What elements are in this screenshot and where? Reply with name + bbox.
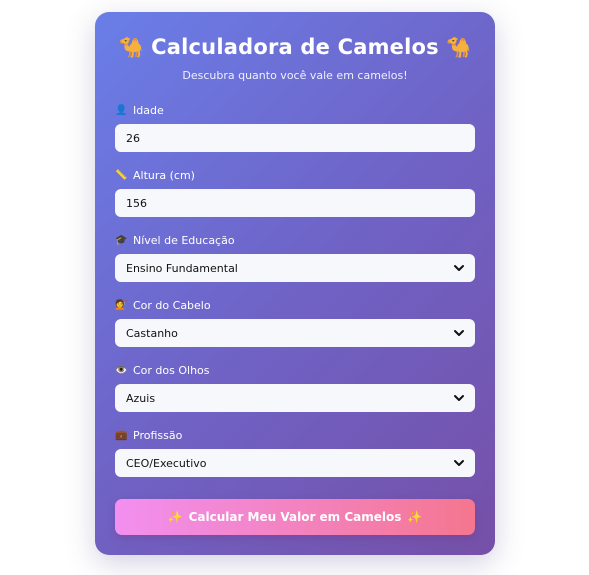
field-label-text: Idade: [133, 104, 164, 117]
field-label-text: Profissão: [133, 429, 183, 442]
graduation-cap-icon: 🎓: [115, 235, 128, 246]
field-altura: 📏 Altura (cm) 156: [115, 169, 475, 217]
subtitle: Descubra quanto você vale em camelos!: [182, 69, 408, 82]
idade-input[interactable]: 26: [115, 124, 475, 152]
field-label-text: Cor do Cabelo: [133, 299, 211, 312]
field-label: 💼 Profissão: [115, 429, 475, 443]
field-cabelo: 💇 Cor do Cabelo Castanho: [115, 299, 475, 347]
chevron-down-icon: [454, 330, 464, 336]
briefcase-icon: 💼: [115, 430, 128, 441]
profissao-select[interactable]: CEO/Executivo: [115, 449, 475, 477]
cabelo-select[interactable]: Castanho: [115, 319, 475, 347]
camel-icon: 🐪: [446, 35, 472, 59]
sparkles-icon: ✨: [167, 510, 183, 524]
altura-input[interactable]: 156: [115, 189, 475, 217]
calculate-button-label: Calcular Meu Valor em Camelos: [188, 510, 402, 524]
chevron-down-icon: [454, 395, 464, 401]
field-label-text: Nível de Educação: [133, 234, 235, 247]
educacao-select[interactable]: Ensino Fundamental: [115, 254, 475, 282]
field-profissao: 💼 Profissão CEO/Executivo: [115, 429, 475, 477]
field-label: 👁️ Cor dos Olhos: [115, 364, 475, 378]
person-icon: 👤: [115, 105, 128, 116]
field-idade: 👤 Idade 26: [115, 104, 475, 152]
chevron-down-icon: [454, 460, 464, 466]
field-label: 📏 Altura (cm): [115, 169, 475, 183]
field-label: 💇 Cor do Cabelo: [115, 299, 475, 313]
camel-icon: 🐪: [118, 35, 144, 59]
educacao-value: Ensino Fundamental: [126, 261, 238, 275]
field-olhos: 👁️ Cor dos Olhos Azuis: [115, 364, 475, 412]
calculator-card: 🐪 Calculadora de Camelos 🐪 Descubra quan…: [95, 12, 495, 555]
title-text: Calculadora de Camelos: [151, 35, 439, 59]
ruler-icon: 📏: [115, 170, 128, 181]
haircut-icon: 💇: [115, 300, 128, 311]
field-educacao: 🎓 Nível de Educação Ensino Fundamental: [115, 234, 475, 282]
profissao-value: CEO/Executivo: [126, 456, 207, 470]
chevron-down-icon: [454, 265, 464, 271]
olhos-select[interactable]: Azuis: [115, 384, 475, 412]
field-label: 👤 Idade: [115, 104, 475, 118]
field-label: 🎓 Nível de Educação: [115, 234, 475, 248]
field-label-text: Altura (cm): [133, 169, 195, 182]
sparkles-icon: ✨: [407, 510, 423, 524]
calculate-button[interactable]: ✨ Calcular Meu Valor em Camelos ✨: [115, 499, 475, 535]
page-title: 🐪 Calculadora de Camelos 🐪: [115, 34, 475, 60]
olhos-value: Azuis: [126, 391, 156, 405]
field-label-text: Cor dos Olhos: [133, 364, 210, 377]
idade-value: 26: [126, 131, 140, 145]
altura-value: 156: [126, 196, 147, 210]
cabelo-value: Castanho: [126, 326, 178, 340]
eye-icon: 👁️: [115, 365, 128, 376]
